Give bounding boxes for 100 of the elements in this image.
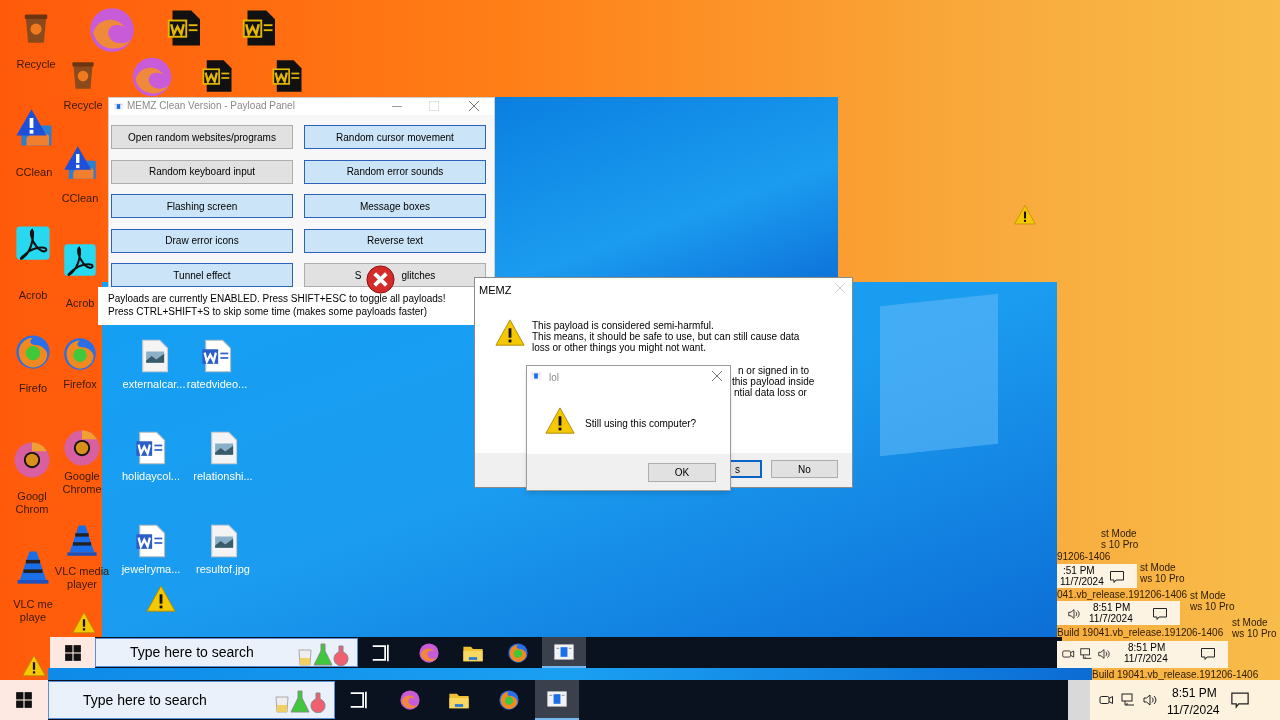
payload-button[interactable]: Flashing screen <box>111 194 293 218</box>
search-input[interactable]: Type here to search <box>130 642 280 663</box>
speaker-icon[interactable] <box>1067 607 1081 621</box>
speaker-icon[interactable] <box>1097 647 1111 661</box>
pdf-app-icon[interactable] <box>62 242 98 278</box>
icon-label: externalcar... <box>122 378 186 391</box>
task-view-icon <box>348 689 370 711</box>
warning-shortcut-icon[interactable] <box>14 108 54 148</box>
dialog-message: loss or other things you might not want. <box>532 342 706 353</box>
dialog-button[interactable]: OK <box>648 463 716 482</box>
icon-label: Recycle <box>63 99 103 112</box>
icon-label: jewelryma... <box>121 563 181 576</box>
icon-label: Firefox <box>63 378 97 391</box>
desktop-text: 041.vb_release.191206-1406 <box>1057 589 1188 600</box>
clock-date[interactable]: 11/7/2024 <box>1167 701 1220 719</box>
close-icon[interactable] <box>712 371 722 381</box>
desktop-text: st Mode <box>1232 617 1268 628</box>
icon-label: Acrob <box>18 289 48 302</box>
windows-logo-icon <box>63 643 82 662</box>
network-icon[interactable] <box>1120 692 1136 708</box>
network-icon[interactable] <box>1079 647 1093 661</box>
warning-shortcut-icon[interactable] <box>62 145 98 181</box>
warning-icon[interactable] <box>72 611 96 635</box>
dialog-button[interactable]: No <box>771 460 838 478</box>
clock-time[interactable]: 8:51 PM <box>1172 684 1217 702</box>
desktop-text: ws 10 Pro <box>1232 628 1277 639</box>
clock-date[interactable]: 11/7/2024 <box>1089 613 1133 624</box>
payload-button[interactable]: Random cursor movement <box>304 125 486 149</box>
window-title: MEMZ Clean Version - Payload Panel <box>127 100 295 112</box>
clock-date[interactable]: 11/7/2024 <box>1124 653 1168 664</box>
icon-label: relationshi... <box>193 470 253 483</box>
clock-time[interactable]: :51 PM <box>1063 565 1095 576</box>
window-app-icon <box>530 370 542 382</box>
notification-icon[interactable] <box>1109 569 1125 585</box>
icon-label: VLC me <box>13 598 53 611</box>
swirl-icon <box>399 689 421 711</box>
warning-icon <box>545 406 575 436</box>
dialog-message: ntial data loss or <box>734 387 807 398</box>
notification-icon[interactable] <box>1230 690 1250 710</box>
window-app-icon <box>546 688 568 710</box>
icon-label: CClean <box>61 192 99 205</box>
icon-label: resultof.jpg <box>196 563 250 576</box>
dialog-message: this payload inside <box>732 376 815 387</box>
desktop-text: Build 19041.vb_release.191206-1406 <box>1057 627 1224 638</box>
camera-icon[interactable] <box>1061 647 1075 661</box>
icon-label: Googl <box>17 490 47 503</box>
icon-label: Chrome <box>62 483 102 496</box>
search-input[interactable]: Type here to search <box>83 689 233 711</box>
warning-icon <box>495 318 525 348</box>
desktop-text: 91206-1406 <box>1057 551 1111 562</box>
circle-logo-icon[interactable] <box>12 440 52 480</box>
payload-button[interactable]: Message boxes <box>304 194 486 218</box>
start-button[interactable] <box>0 680 48 720</box>
traffic-cone-icon[interactable] <box>64 522 100 558</box>
payload-button[interactable]: Random error sounds <box>304 159 486 184</box>
search-bar[interactable]: Type here to search <box>48 681 335 719</box>
start-button[interactable] <box>50 637 95 668</box>
desktop-text: ws 10 Pro <box>1140 573 1185 584</box>
taskbar-button[interactable] <box>535 680 579 720</box>
desktop-text: Build 19041.vb_release.191206-1406 <box>1092 669 1259 680</box>
payload-button[interactable]: Draw error icons <box>111 228 293 253</box>
desktop-text: st Mode <box>1101 528 1137 539</box>
search-bar[interactable]: Type here to search <box>95 638 358 667</box>
payload-button[interactable]: Random keyboard input <box>111 159 293 184</box>
icon-label: Firefo <box>18 382 48 395</box>
icon-label: playe <box>19 611 47 624</box>
warning-icon[interactable] <box>1014 204 1036 226</box>
payload-button[interactable]: Open random websites/programs <box>111 125 293 149</box>
window-app-icon <box>113 101 124 112</box>
icon-label: holidaycol... <box>121 470 181 483</box>
windows-logo-icon <box>15 691 33 709</box>
browser-icon <box>498 689 520 711</box>
payload-button[interactable]: Tunnel effect <box>111 263 293 287</box>
desktop-text: s 10 Pro <box>1101 539 1139 550</box>
icon-label: ratedvideo... <box>186 378 248 391</box>
desktop-text: st Mode <box>1190 590 1226 601</box>
speaker-icon[interactable] <box>1142 692 1158 708</box>
icon-label: Recycle <box>16 58 56 71</box>
icon-label: CClean <box>15 166 53 179</box>
desktop-text: ws 10 Pro <box>1190 601 1235 612</box>
notification-icon[interactable] <box>1152 606 1168 622</box>
circle-logo-icon[interactable] <box>62 428 102 468</box>
desktop-text: st Mode <box>1140 562 1176 573</box>
dialog-message: n or signed in to <box>738 365 810 376</box>
taskbar-button[interactable] <box>542 637 586 668</box>
payload-button[interactable]: Reverse text <box>304 228 486 253</box>
clock-time[interactable]: 8:51 PM <box>1093 602 1131 613</box>
browser-icon <box>507 641 529 664</box>
swirl-icon[interactable] <box>130 55 174 99</box>
warning-icon[interactable] <box>146 584 176 614</box>
pdf-app-icon[interactable] <box>14 224 52 262</box>
clock-time[interactable]: 8:51 PM <box>1128 642 1166 653</box>
close-icon[interactable] <box>469 101 479 111</box>
notification-icon[interactable] <box>1200 646 1216 662</box>
icon-label: Google <box>64 470 100 483</box>
dialog-message: This means, it should be safe to use, but can still cause data <box>532 331 800 342</box>
status-text: Payloads are currently ENABLED. Press SHIFT+ESC to toggle all payloads! <box>108 293 446 305</box>
icon-label: Chrom <box>15 503 49 516</box>
warning-icon[interactable] <box>22 654 46 678</box>
clock-date[interactable]: 11/7/2024 <box>1060 576 1104 587</box>
